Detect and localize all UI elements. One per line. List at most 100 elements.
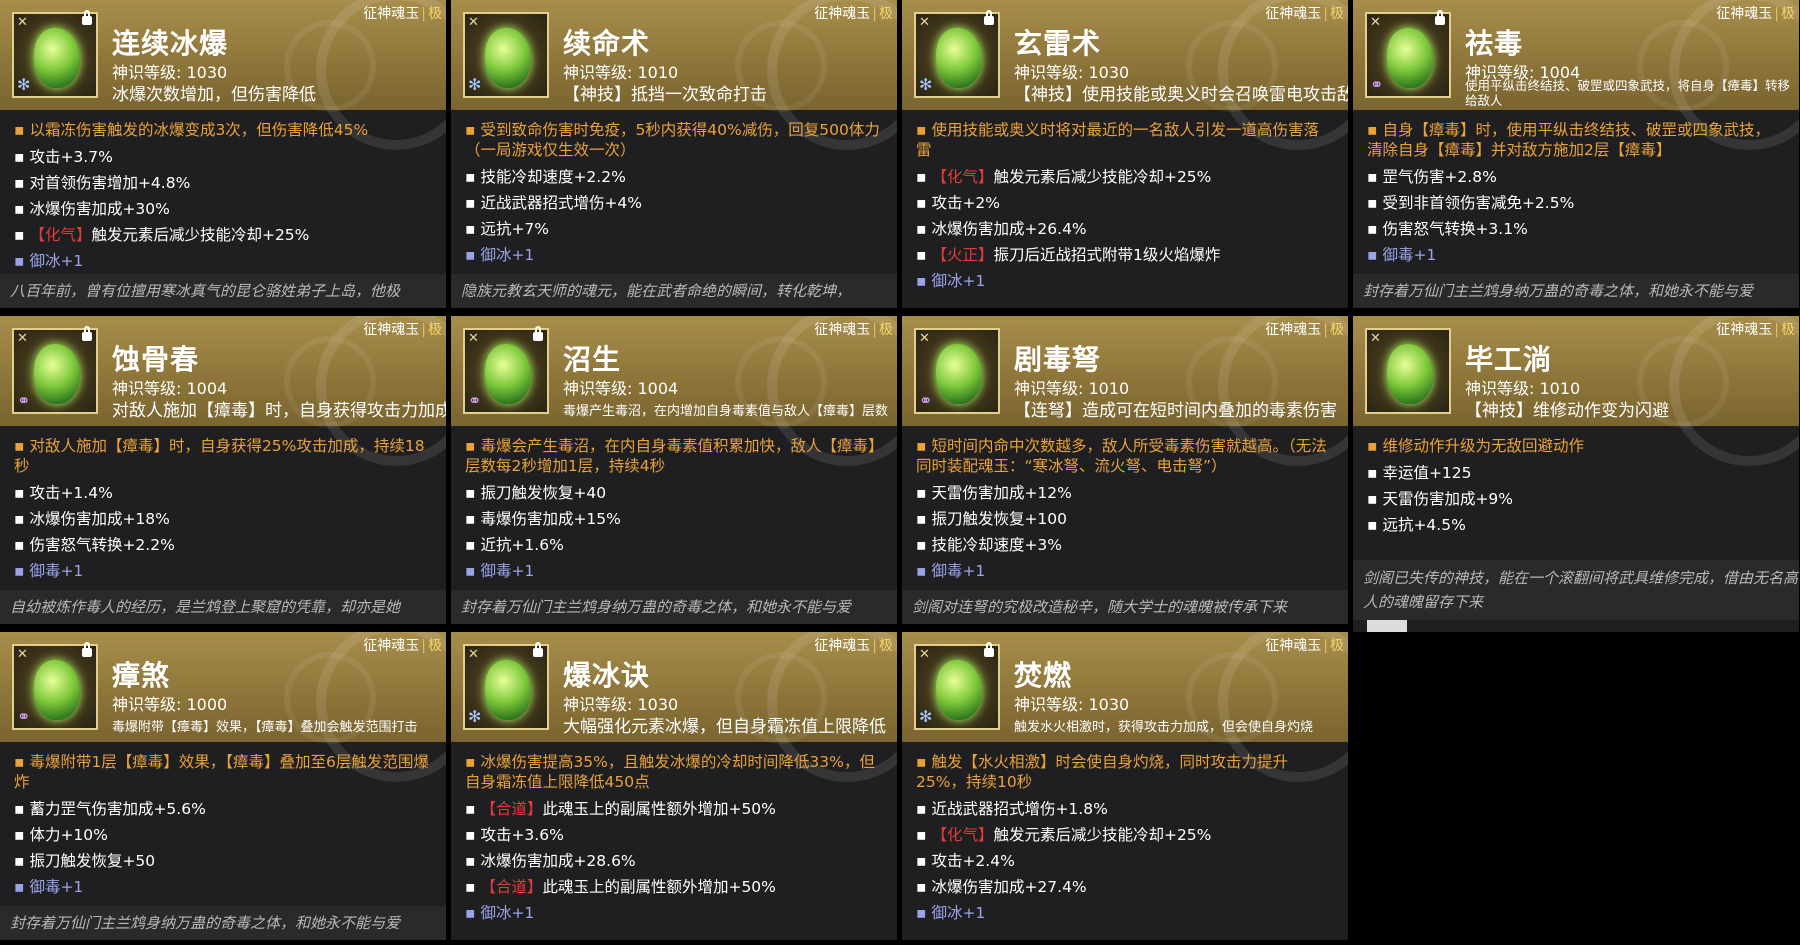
card-body: 短时间内命中次数越多，敌人所受毒素伤害就越高。（无法同时装配魂玉：“寒冰弩、流火… xyxy=(902,428,1348,584)
jade-summary: 毒爆附带【瘴毒】效果，【瘴毒】叠加会触发范围打击 xyxy=(112,720,418,735)
stat-line: 毒爆伤害加成+15% xyxy=(465,506,883,532)
element-bonus: 御毒+1 xyxy=(14,558,432,584)
soul-jade-icon[interactable]: ✕ ⚭ xyxy=(463,326,549,414)
card-header: 征神魂玉 | 极 ✕ ⚭ 瘴煞 神识等级: 1000 毒爆附带【瘴毒】效果，【瘴毒】叠加会触发… xyxy=(0,632,446,782)
soul-jade-icon[interactable]: ✕ ✻ xyxy=(914,10,1000,98)
card-header: 征神魂玉 | 极 ✕ ⚭ 祛毒 神识等级: 1004 使用平纵击终结技、破罡或四象武技，将自身… xyxy=(1353,0,1799,150)
lock-icon[interactable] xyxy=(82,10,92,25)
card-body: 毒爆会产生毒沼，在内自身毒素值积累加快，敌人【瘴毒】层数每2秒增加1层，持续4秒… xyxy=(451,428,897,584)
flavor-text: 自幼被炼作毒人的经历，是兰鸩登上聚窟的凭靠，却亦是她 xyxy=(0,590,446,624)
stat-tag: 【合道】 xyxy=(480,800,543,818)
soul-jade-icon[interactable]: ✕ ⚭ xyxy=(1365,10,1451,98)
stat-text: 技能冷却速度+3% xyxy=(931,536,1063,554)
lock-icon[interactable] xyxy=(984,642,994,657)
soul-jade-icon[interactable]: ✕ ⚭ xyxy=(914,328,1000,414)
jade-name: 焚燃 xyxy=(1014,659,1073,692)
lock-icon[interactable] xyxy=(82,642,92,657)
cut-off-button[interactable] xyxy=(1367,620,1407,632)
rank-separator: | xyxy=(421,6,426,22)
element-bonus: 御冰+1 xyxy=(916,268,1334,294)
ice-element-icon: ✻ xyxy=(468,75,482,94)
stat-line: 攻击+2% xyxy=(916,190,1334,216)
ice-element-icon: ✻ xyxy=(17,75,31,94)
ice-element-icon: ✻ xyxy=(468,707,482,726)
stat-tag: 【火正】 xyxy=(931,246,994,264)
ice-element-icon: ✻ xyxy=(919,707,933,726)
card-body: 毒爆附带1层【瘴毒】效果，【瘴毒】叠加至6层触发范围爆炸蓄力罡气伤害加成+5.6… xyxy=(0,744,446,900)
stat-text: 技能冷却速度+2.2% xyxy=(480,168,626,186)
soul-jade-card[interactable]: 征神魂玉 | 极 ✕ ⚭ 祛毒 神识等级: 1004 使用平纵击终结技、破罡或四象武技，将自身… xyxy=(1353,0,1799,308)
rank-type: 征神魂玉 xyxy=(1265,638,1322,654)
soul-jade-icon[interactable]: ✕ ✻ xyxy=(12,10,98,98)
lock-icon[interactable] xyxy=(1435,10,1445,25)
main-effect: 毒爆会产生毒沼，在内自身毒素值积累加快，敌人【瘴毒】层数每2秒增加1层，持续4秒 xyxy=(465,436,883,476)
cross-icon: ✕ xyxy=(1370,15,1381,30)
flavor-text: 隐族元教玄天师的魂元，能在武者命绝的瞬间，转化乾坤， xyxy=(451,274,897,308)
rank-label: 征神魂玉 | 极 xyxy=(1265,3,1344,23)
stat-line: 技能冷却速度+3% xyxy=(916,532,1334,558)
jade-summary: 【神技】使用技能或奥义时会召唤雷电攻击敌人 xyxy=(1014,85,1348,105)
poison-element-icon: ⚭ xyxy=(17,391,31,410)
jade-gem-icon xyxy=(936,660,982,720)
soul-jade-icon[interactable]: ✕ ✻ xyxy=(463,12,549,98)
rank-separator: | xyxy=(872,6,877,22)
rank-grade: 极 xyxy=(428,322,442,338)
stat-line: 伤害怒气转换+3.1% xyxy=(1367,216,1785,242)
soul-jade-icon[interactable]: ✕ ✻ xyxy=(463,642,549,730)
soul-jade-card[interactable]: 征神魂玉 | 极 ✕ ⚭ 瘴煞 神识等级: 1000 毒爆附带【瘴毒】效果，【瘴毒】叠加会触发… xyxy=(0,632,446,940)
soul-jade-icon[interactable]: ✕ xyxy=(1365,328,1451,414)
stat-line: 振刀触发恢复+100 xyxy=(916,506,1334,532)
main-effect: 冰爆伤害提高35%，且触发冰爆的冷却时间降低33%，但自身霜冻值上限降低450点 xyxy=(465,752,883,792)
rank-label: 征神魂玉 | 极 xyxy=(363,319,442,339)
rank-grade: 极 xyxy=(1330,322,1344,338)
soul-jade-card[interactable]: 征神魂玉 | 极 ✕ ⚭ 蚀骨春 神识等级: 1004 对敌人施加【瘴毒】时，自身获得攻击力加… xyxy=(0,316,446,624)
stat-text: 远抗+7% xyxy=(480,220,550,238)
stat-line: 天雷伤害加成+9% xyxy=(1367,486,1785,512)
soul-jade-icon[interactable]: ✕ ✻ xyxy=(914,642,1000,730)
card-header: 征神魂玉 | 极 ✕ ✻ 连续冰爆 神识等级: 1030 冰爆次数增加，但伤害降低 xyxy=(0,0,446,150)
soul-jade-card[interactable]: 征神魂玉 | 极 ✕ ⚭ 剧毒弩 神识等级: 1010 【连弩】造成可在短时间内叠加的毒素伤害… xyxy=(902,316,1348,624)
stat-line: 冰爆伤害加成+30% xyxy=(14,196,432,222)
stat-text: 冰爆伤害加成+27.4% xyxy=(931,878,1087,896)
soul-jade-card[interactable]: 征神魂玉|极✕毕工淌神识等级: 1010【神技】维修动作变为闪避维修动作升级为无… xyxy=(1353,316,1799,632)
jade-summary: 使用平纵击终结技、破罡或四象武技，将自身【瘴毒】转移给敌人 xyxy=(1465,78,1791,108)
rank-type: 征神魂玉 xyxy=(1265,322,1322,338)
jade-gem-icon xyxy=(1387,344,1433,404)
flavor-text: 封存着万仙门主兰鸩身纳万蛊的奇毒之体，和她永不能与爱 xyxy=(451,590,897,624)
soul-jade-card[interactable]: 征神魂玉|极✕✻连续冰爆神识等级: 1030冰爆次数增加，但伤害降低以霜冻伤害触… xyxy=(0,0,446,308)
lock-icon[interactable] xyxy=(533,642,543,657)
stat-line: 对首领伤害增加+4.8% xyxy=(14,170,432,196)
stat-text: 振刀触发恢复+100 xyxy=(931,510,1068,528)
rank-grade: 极 xyxy=(428,6,442,22)
element-bonus: 御冰+1 xyxy=(916,900,1334,926)
rank-separator: | xyxy=(1774,6,1779,22)
stat-line: 【化气】触发元素后减少技能冷却+25% xyxy=(916,164,1334,190)
element-bonus: 御毒+1 xyxy=(1367,242,1785,268)
stat-line: 冰爆伤害加成+18% xyxy=(14,506,432,532)
soul-jade-card[interactable]: 征神魂玉 | 极 ✕ ✻ 玄雷术 神识等级: 1030 【神技】使用技能或奥义时会召唤雷电攻击… xyxy=(902,0,1348,308)
cross-icon: ✕ xyxy=(468,331,479,346)
stat-line: 幸运值+125 xyxy=(1367,460,1785,486)
soul-jade-card[interactable]: 征神魂玉 | 极 ✕ ✻ 焚燃 神识等级: 1030 触发水火相激时，获得攻击力加成，但会使自… xyxy=(902,632,1348,940)
soul-jade-card[interactable]: 征神魂玉 | 极 ✕ ⚭ 沼生 神识等级: 1004 毒爆产生毒沼，在内增加自身毒素值与敌人【… xyxy=(451,316,897,624)
soul-jade-card[interactable]: 征神魂玉|极✕✻续命术神识等级: 1010【神技】抵挡一次致命打击受到致命伤害时… xyxy=(451,0,897,308)
lock-icon[interactable] xyxy=(533,326,543,341)
stat-text: 罡气伤害+2.8% xyxy=(1382,168,1497,186)
lock-icon[interactable] xyxy=(984,10,994,25)
stat-text: 此魂玉上的副属性额外增加+50% xyxy=(542,878,776,896)
stat-text: 冰爆伤害加成+18% xyxy=(29,510,170,528)
main-effect: 毒爆附带1层【瘴毒】效果，【瘴毒】叠加至6层触发范围爆炸 xyxy=(14,752,432,792)
cross-icon: ✕ xyxy=(919,331,930,346)
soul-jade-card[interactable]: 征神魂玉 | 极 ✕ ✻ 爆冰诀 神识等级: 1030 大幅强化元素冰爆，但自身霜冻值上限降低… xyxy=(451,632,897,940)
stat-line: 罡气伤害+2.8% xyxy=(1367,164,1785,190)
soul-jade-icon[interactable]: ✕ ⚭ xyxy=(12,642,98,730)
rank-separator: | xyxy=(1774,322,1779,338)
main-effect: 对敌人施加【瘴毒】时，自身获得25%攻击加成，持续18秒 xyxy=(14,436,432,476)
lock-icon[interactable] xyxy=(82,326,92,341)
stat-line: 冰爆伤害加成+27.4% xyxy=(916,874,1334,900)
rank-grade: 极 xyxy=(879,638,893,654)
rank-separator: | xyxy=(421,322,426,338)
stat-text: 攻击+2% xyxy=(931,194,1001,212)
soul-jade-icon[interactable]: ✕ ⚭ xyxy=(12,326,98,414)
stat-line: 伤害怒气转换+2.2% xyxy=(14,532,432,558)
